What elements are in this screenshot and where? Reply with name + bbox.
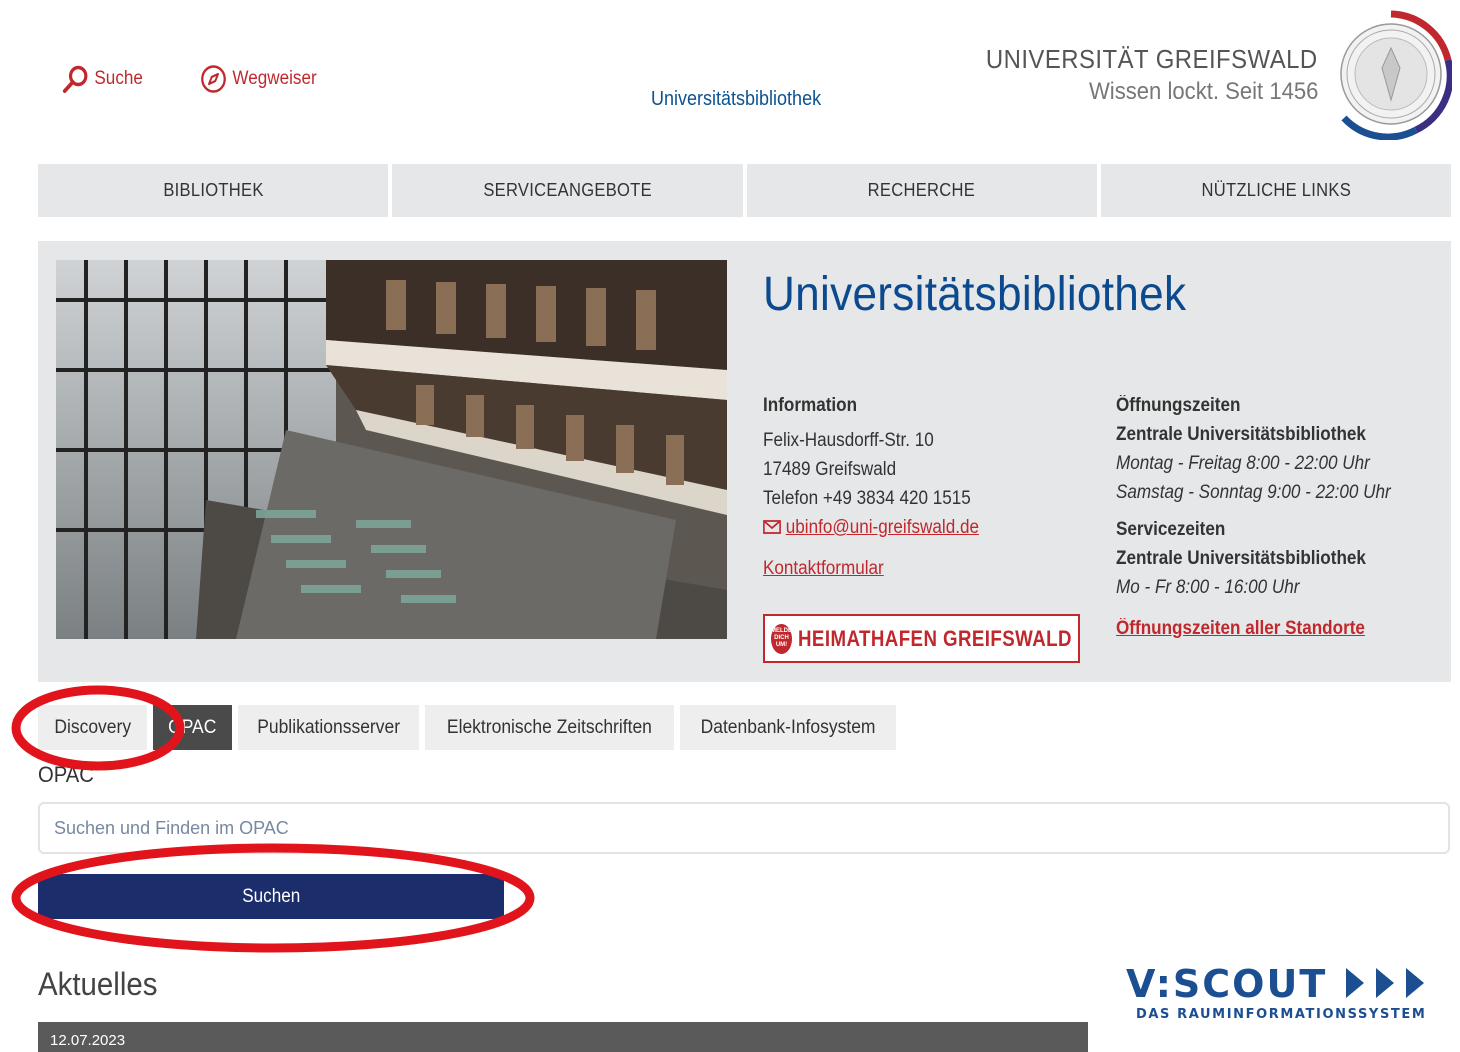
tab-elektronische-zeitschriften[interactable]: Elektronische Zeitschriften [425,705,674,750]
heimathafen-badge: MELDE DICH UM! [771,623,792,654]
search-panel-title: OPAC [38,762,94,787]
nav-item-recherche[interactable]: RECHERCHE [746,164,1097,217]
hero-section: Universitätsbibliothek Information Felix… [38,241,1451,682]
phone-number: Telefon +49 3834 420 1515 [763,488,971,509]
service-hours: Mo - Fr 8:00 - 16:00 Uhr [1116,577,1300,598]
hours-weekend: Samstag - Sonntag 9:00 - 22:00 Uhr [1116,482,1391,503]
email-row: ubinfo@uni-greifswald.de [763,513,979,542]
address-street: Felix-Hausdorff-Str. 10 [763,430,934,451]
heimathafen-banner[interactable]: MELDE DICH UM! HEIMATHAFEN GREIFSWALD [763,614,1080,663]
play-arrows-icon [1346,968,1424,998]
guide-link-label: Wegweiser [232,68,317,89]
search-link-label: Suche [94,68,143,89]
all-locations-hours-link[interactable]: Öffnungszeiten aller Standorte [1116,618,1365,639]
compass-icon [201,65,226,93]
tab-label: OPAC [168,716,217,738]
tab-label: Datenbank-Infosystem [700,716,876,738]
service-heading: Servicezeiten [1116,519,1226,540]
tab-discovery[interactable]: Discovery [38,705,148,750]
search-link[interactable]: Suche [62,64,143,94]
search-button-label: Suchen [241,885,300,907]
nav-item-label: BIBLIOTHEK [162,180,264,200]
vscout-wordmark: V:SCOUT [1126,962,1328,1006]
tab-opac[interactable]: OPAC [153,705,232,750]
nav-item-bibliothek[interactable]: BIBLIOTHEK [38,164,389,217]
search-icon [62,65,88,93]
search-submit-button[interactable]: Suchen [38,874,504,919]
news-date: 12.07.2023 [50,1032,126,1049]
nav-item-serviceangebote[interactable]: SERVICEANGEBOTE [392,164,743,217]
info-heading: Information [763,395,858,416]
vscout-subtitle: DAS RAUMINFORMATIONSSYSTEM [1136,1007,1427,1022]
address-city: 17489 Greifswald [763,459,897,480]
contact-info: Information Felix-Hausdorff-Str. 10 1748… [763,391,1003,583]
news-item-header[interactable]: 12.07.2023 [38,1022,1088,1052]
contact-form-link[interactable]: Kontaktformular [763,558,884,579]
envelope-icon [763,520,781,534]
guide-link[interactable]: Wegweiser [200,64,317,94]
nav-item-label: SERVICEANGEBOTE [483,180,652,200]
hero-title: Universitätsbibliothek [763,268,1187,321]
university-seal-logo[interactable] [1330,8,1452,140]
opac-search-input[interactable] [38,802,1450,854]
university-motto: Wissen lockt. Seit 1456 [1088,78,1318,105]
tab-datenbank-infosystem[interactable]: Datenbank-Infosystem [679,705,897,750]
search-tabs: Discovery OPAC Publikationsserver Elektr… [38,705,897,750]
tab-label: Publikationsserver [257,716,400,738]
tab-label: Discovery [54,716,132,738]
nav-item-label: RECHERCHE [867,180,976,200]
hours-location: Zentrale Universitätsbibliothek [1116,424,1366,445]
library-interior-photo [56,260,727,639]
site-name[interactable]: Universitätsbibliothek [651,88,821,111]
university-name[interactable]: UNIVERSITÄT GREIFSWALD [986,44,1318,74]
tab-publikationsserver[interactable]: Publikationsserver [237,705,420,750]
heimathafen-wordmark: HEIMATHAFEN GREIFSWALD [798,625,1072,651]
service-location: Zentrale Universitätsbibliothek [1116,548,1366,569]
main-navigation: BIBLIOTHEK SERVICEANGEBOTE RECHERCHE NÜT… [38,164,1451,217]
nav-item-nuetzliche-links[interactable]: NÜTZLICHE LINKS [1100,164,1451,217]
news-heading: Aktuelles [38,966,158,1002]
hours-weekdays: Montag - Freitag 8:00 - 22:00 Uhr [1116,453,1370,474]
hours-heading: Öffnungszeiten [1116,395,1241,416]
email-link[interactable]: ubinfo@uni-greifswald.de [786,517,979,538]
opening-hours: Öffnungszeiten Zentrale Universitätsbibl… [1116,391,1421,643]
tab-label: Elektronische Zeitschriften [447,716,653,738]
nav-item-label: NÜTZLICHE LINKS [1201,180,1351,200]
vscout-logo[interactable]: V:SCOUT DAS RAUMINFORMATIONSSYSTEM [1126,962,1446,1026]
